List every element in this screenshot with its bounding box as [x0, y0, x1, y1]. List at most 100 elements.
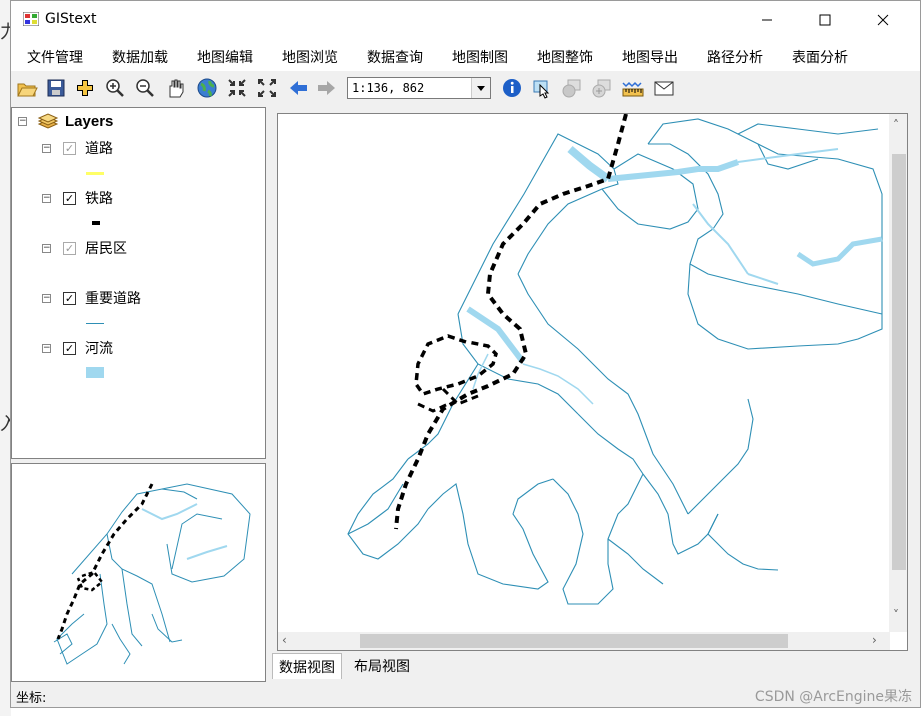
- layer-checkbox-railway[interactable]: ✓: [63, 191, 76, 205]
- layers-toc: − Layers − ✓ 道路 − ✓ 铁路 − ✓ 居民区 − ✓ 重要道路: [11, 107, 266, 459]
- map-vertical-scroll-thumb[interactable]: [892, 154, 906, 570]
- save-button[interactable]: [44, 76, 68, 100]
- fixed-zoom-in-icon: [228, 79, 246, 97]
- layer-label-road: 道路: [85, 141, 113, 157]
- close-button[interactable]: [854, 1, 912, 39]
- layer-symbol-river: [86, 367, 104, 378]
- map-horizontal-scroll-thumb[interactable]: [360, 634, 788, 648]
- zoom-in-icon: [106, 79, 124, 97]
- add-feature-button[interactable]: [590, 76, 614, 100]
- menu-map-export[interactable]: 地图导出: [622, 47, 678, 67]
- menu-map-decoration[interactable]: 地图整饰: [537, 47, 593, 67]
- envelope-button[interactable]: [652, 76, 676, 100]
- menu-path-analysis[interactable]: 路径分析: [707, 47, 763, 67]
- toolbar: 1:136, 862: [11, 71, 920, 105]
- close-icon: [877, 14, 889, 26]
- minimize-button[interactable]: [738, 1, 796, 39]
- layer-row-river[interactable]: − ✓ 河流: [42, 338, 113, 358]
- window-title: GIStext: [45, 11, 97, 27]
- edit-tool-icon: [562, 79, 581, 98]
- minimize-icon: [762, 19, 772, 21]
- zoom-in-button[interactable]: [103, 76, 127, 100]
- forward-button[interactable]: [315, 76, 339, 100]
- full-extent-button[interactable]: [195, 76, 219, 100]
- scroll-left-arrow[interactable]: ‹: [282, 633, 287, 647]
- measure-button[interactable]: [621, 76, 645, 100]
- menu-file-management[interactable]: 文件管理: [27, 47, 83, 67]
- open-folder-icon: [17, 83, 38, 97]
- zoom-out-button[interactable]: [133, 76, 157, 100]
- chevron-down-icon: [477, 85, 485, 91]
- layer-checkbox-main-road[interactable]: ✓: [63, 291, 76, 305]
- watermark-text: CSDN @ArcEngine果冻: [754, 689, 912, 705]
- maximize-icon: [819, 14, 831, 26]
- menu-bar: 文件管理 数据加载 地图编辑 地图浏览 数据查询 地图制图 地图整饰 地图导出 …: [11, 39, 920, 71]
- map-view[interactable]: ˄ ˅ ‹ ›: [277, 113, 908, 651]
- map-canvas: [347, 114, 883, 605]
- title-bar: GIStext: [11, 1, 920, 39]
- hand-pan-icon: [169, 79, 184, 98]
- layer-row-railway[interactable]: − ✓ 铁路: [42, 188, 113, 208]
- info-icon: [503, 79, 521, 97]
- menu-data-loading[interactable]: 数据加载: [112, 47, 168, 67]
- menu-map-edit[interactable]: 地图编辑: [197, 47, 253, 67]
- edit-tool-button[interactable]: [560, 76, 584, 100]
- select-features-icon: [533, 80, 550, 99]
- collapse-icon[interactable]: −: [42, 193, 51, 203]
- layer-symbol-main-road: [86, 323, 104, 324]
- scroll-down-arrow[interactable]: ˅: [893, 608, 899, 622]
- layer-row-road[interactable]: − ✓ 道路: [42, 138, 113, 158]
- layer-symbol-railway: [92, 221, 100, 225]
- add-data-button[interactable]: [73, 76, 97, 100]
- zoom-out-icon: [136, 79, 154, 97]
- menu-map-browse[interactable]: 地图浏览: [282, 47, 338, 67]
- back-button[interactable]: [286, 76, 310, 100]
- layer-label-main-road: 重要道路: [85, 291, 141, 307]
- scroll-right-arrow[interactable]: ›: [872, 633, 877, 647]
- scale-combobox[interactable]: 1:136, 862: [347, 77, 491, 99]
- add-data-icon: [77, 80, 93, 96]
- overview-map-canvas: [53, 483, 251, 665]
- layer-checkbox-residential[interactable]: ✓: [63, 241, 76, 255]
- layer-row-residential[interactable]: − ✓ 居民区: [42, 238, 127, 258]
- app-icon: [23, 12, 39, 26]
- layers-stack-icon: [37, 113, 59, 129]
- menu-data-query[interactable]: 数据查询: [367, 47, 423, 67]
- layer-symbol-road: [86, 172, 104, 175]
- fixed-zoom-in-button[interactable]: [225, 76, 249, 100]
- map-vertical-scrollbar[interactable]: ˄ ˅: [889, 114, 907, 632]
- layers-root-row[interactable]: − Layers: [18, 112, 113, 130]
- add-feature-icon: [592, 79, 611, 98]
- tab-layout-view[interactable]: 布局视图: [348, 653, 416, 679]
- layer-checkbox-road[interactable]: ✓: [63, 141, 76, 155]
- arrow-left-icon: [290, 81, 307, 95]
- layer-label-river: 河流: [85, 341, 113, 357]
- ruler-icon: [622, 81, 644, 97]
- scale-dropdown-button[interactable]: [471, 78, 490, 98]
- scale-value: 1:136, 862: [352, 81, 425, 95]
- map-horizontal-scrollbar[interactable]: ‹ ›: [278, 632, 890, 650]
- layer-row-main-road[interactable]: − ✓ 重要道路: [42, 288, 141, 308]
- select-features-button[interactable]: [530, 76, 554, 100]
- maximize-button[interactable]: [796, 1, 854, 39]
- layer-label-residential: 居民区: [85, 241, 127, 257]
- collapse-icon[interactable]: −: [42, 293, 51, 303]
- pan-button[interactable]: [163, 76, 187, 100]
- collapse-icon[interactable]: −: [42, 143, 51, 153]
- identify-button[interactable]: [500, 76, 524, 100]
- menu-map-making[interactable]: 地图制图: [452, 47, 508, 67]
- scroll-up-arrow[interactable]: ˄: [893, 118, 899, 132]
- layer-label-railway: 铁路: [85, 191, 113, 207]
- tab-data-view[interactable]: 数据视图: [272, 653, 342, 679]
- collapse-icon[interactable]: −: [18, 116, 27, 126]
- overview-map[interactable]: [11, 463, 266, 682]
- collapse-icon[interactable]: −: [42, 243, 51, 253]
- layers-root-label: Layers: [65, 112, 114, 130]
- open-button[interactable]: [15, 76, 39, 100]
- fixed-zoom-out-button[interactable]: [255, 76, 279, 100]
- collapse-icon[interactable]: −: [42, 343, 51, 353]
- globe-icon: [197, 78, 217, 98]
- layer-checkbox-river[interactable]: ✓: [63, 341, 76, 355]
- menu-surface-analysis[interactable]: 表面分析: [792, 47, 848, 67]
- save-icon: [47, 79, 65, 97]
